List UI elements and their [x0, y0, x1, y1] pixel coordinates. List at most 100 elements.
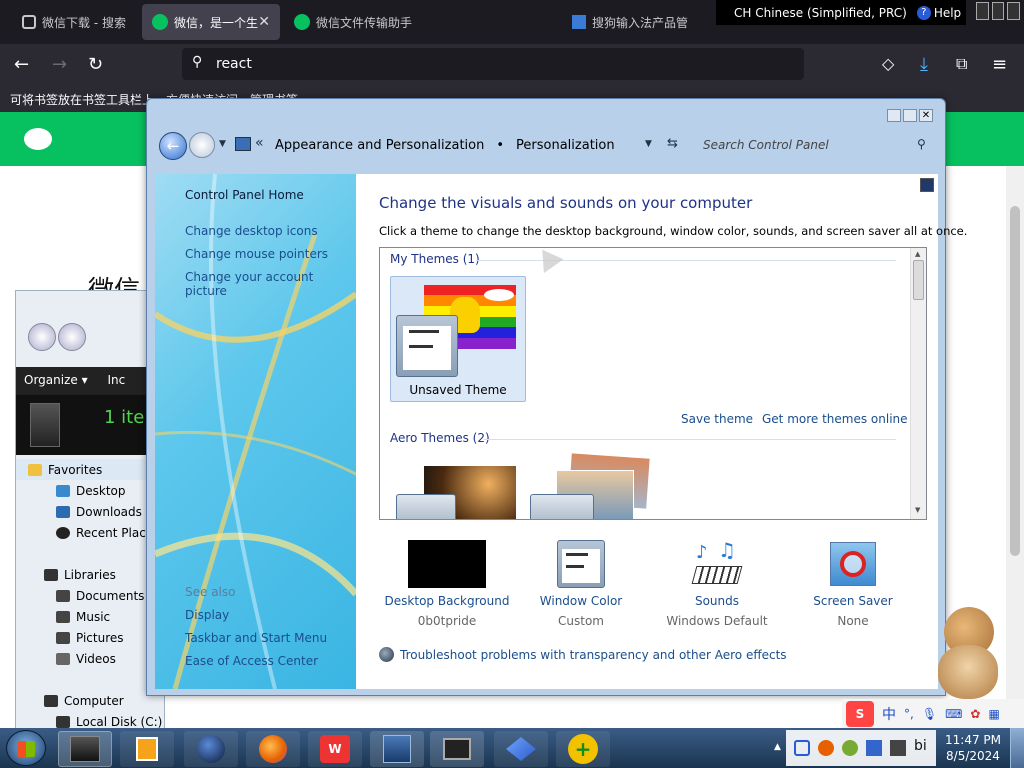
punctuation-icon[interactable]: °,: [904, 707, 914, 721]
troubleshoot-link[interactable]: Troubleshoot problems with transparency …: [379, 647, 787, 662]
control-panel-home-link[interactable]: Control Panel Home: [185, 188, 304, 202]
url-bar[interactable]: ⚲ react: [182, 48, 804, 80]
back-icon[interactable]: [28, 323, 56, 351]
scroll-down-icon[interactable]: ▼: [915, 506, 920, 514]
breadcrumb[interactable]: Appearance and Personalization • Persona…: [245, 132, 675, 158]
menu-icon[interactable]: ≡: [992, 54, 1007, 75]
restore-icon[interactable]: [976, 2, 989, 20]
ease-of-access-link[interactable]: Ease of Access Center: [185, 654, 318, 668]
back-icon[interactable]: ←: [159, 132, 187, 160]
scrollbar-thumb[interactable]: [1010, 206, 1020, 556]
address-dropdown-icon[interactable]: ▼: [645, 139, 652, 149]
help-label[interactable]: Help: [934, 6, 961, 20]
window-color-setting[interactable]: Window Color Custom: [516, 540, 646, 630]
aero-themes-heading: Aero Themes (2): [390, 431, 490, 445]
refresh-icon[interactable]: ⇆: [667, 136, 678, 151]
display-link[interactable]: Display: [185, 608, 229, 622]
breadcrumb-root[interactable]: Appearance and Personalization: [275, 138, 484, 153]
tray-expand-icon[interactable]: ▲: [774, 742, 781, 752]
browser-tab[interactable]: 搜狗输入法产品管: [562, 4, 692, 40]
skin-icon[interactable]: ✿: [970, 707, 980, 721]
search-input[interactable]: Search Control Panel ⚲: [699, 132, 937, 158]
language-bar[interactable]: CH Chinese (Simplified, PRC) ? Help: [716, 0, 966, 25]
setting-value: Custom: [558, 614, 604, 628]
taskbar-firefox[interactable]: [246, 731, 300, 767]
nav-pictures[interactable]: Pictures: [16, 627, 166, 648]
page-scrollbar[interactable]: [1006, 166, 1024, 726]
back-icon[interactable]: ←: [14, 54, 29, 75]
taskbar-wps[interactable]: W: [308, 731, 362, 767]
taskbar-remote[interactable]: [430, 731, 484, 767]
organize-button[interactable]: Organize ▾: [24, 373, 88, 387]
pocket-icon[interactable]: ◇: [882, 54, 894, 73]
close-icon[interactable]: ✕: [919, 109, 933, 122]
taskbar-start-menu-link[interactable]: Taskbar and Start Menu: [185, 631, 327, 645]
browser-tab[interactable]: 微信下载 - 搜索: [12, 4, 150, 40]
nav-label: Music: [76, 609, 111, 624]
reload-icon[interactable]: ↻: [88, 54, 103, 75]
change-account-picture-link[interactable]: Change your account picture: [185, 270, 356, 298]
change-desktop-icons-link[interactable]: Change desktop icons: [185, 224, 318, 238]
sounds-setting[interactable]: ♪ ♫ Sounds Windows Default: [652, 538, 782, 630]
desktop-background-setting[interactable]: Desktop Background 0b0tpride: [366, 540, 509, 630]
taskbar-virtualbox[interactable]: [370, 731, 424, 767]
cloud-icon[interactable]: [794, 740, 810, 756]
breadcrumb-leaf[interactable]: Personalization: [516, 138, 615, 153]
search-icon[interactable]: ⚲: [917, 137, 926, 151]
volume-icon[interactable]: [890, 740, 906, 756]
sogou-logo-icon[interactable]: S: [846, 701, 874, 727]
scrollbar-thumb[interactable]: [913, 260, 924, 300]
gallery-scrollbar[interactable]: ▲ ▼: [910, 248, 926, 519]
tray-app-icon[interactable]: [818, 740, 834, 756]
toolbox-icon[interactable]: ▦: [988, 707, 999, 721]
taskbar-plus-app[interactable]: +: [556, 731, 610, 767]
browser-tab-active[interactable]: 微信，是一个生 ✕: [142, 4, 280, 40]
scroll-up-icon[interactable]: ▲: [915, 250, 920, 258]
nav-documents[interactable]: Documents: [16, 585, 166, 606]
save-theme-link[interactable]: Save theme: [681, 412, 753, 426]
maximize-icon[interactable]: [903, 109, 917, 122]
start-button[interactable]: [6, 730, 46, 766]
close-tab-icon[interactable]: ✕: [258, 14, 270, 30]
maximize-icon[interactable]: [991, 2, 1005, 20]
close-icon[interactable]: [1007, 2, 1021, 20]
forward-icon[interactable]: →: [52, 54, 67, 75]
nav-recent-places[interactable]: Recent Places: [16, 522, 166, 543]
nav-favorites[interactable]: Favorites: [16, 459, 166, 480]
clock[interactable]: 11:47 PM 8/5/2024: [940, 732, 1006, 764]
hamster-mascot-image[interactable]: [930, 605, 1006, 701]
search-icon: ⚲: [192, 54, 203, 70]
change-mouse-pointers-link[interactable]: Change mouse pointers: [185, 247, 328, 261]
minimize-icon[interactable]: [887, 109, 901, 122]
help-icon[interactable]: [920, 178, 934, 192]
extensions-icon[interactable]: ⧉: [956, 54, 967, 74]
taskbar-explorer[interactable]: [58, 731, 112, 767]
screen-saver-setting[interactable]: Screen Saver None: [788, 540, 918, 630]
taskbar-bird-app[interactable]: [494, 731, 548, 767]
browser-tab[interactable]: 微信文件传输助手: [284, 4, 414, 40]
globe-icon: [197, 735, 225, 763]
nav-downloads[interactable]: Downloads: [16, 501, 166, 522]
taskbar-globe[interactable]: [184, 731, 238, 767]
microphone-icon[interactable]: 🎙: [922, 707, 937, 721]
forward-icon[interactable]: [58, 323, 86, 351]
taskbar-media-player[interactable]: [120, 731, 174, 767]
nav-computer[interactable]: Computer: [16, 690, 166, 711]
show-desktop-button[interactable]: [1010, 728, 1024, 768]
clock-time: 11:47 PM: [945, 733, 1001, 747]
ime-mode-label[interactable]: 中: [882, 704, 896, 724]
network-icon[interactable]: [866, 740, 882, 756]
download-icon[interactable]: ⤓: [920, 54, 928, 75]
unsaved-theme-tile[interactable]: Unsaved Theme: [390, 276, 526, 402]
nav-desktop[interactable]: Desktop: [16, 480, 166, 501]
nav-libraries[interactable]: Libraries: [16, 564, 166, 585]
keyboard-icon[interactable]: ⌨: [945, 707, 962, 721]
troubleshoot-label: Troubleshoot problems with transparency …: [400, 647, 787, 662]
forward-icon[interactable]: [189, 132, 215, 158]
get-more-themes-link[interactable]: Get more themes online: [762, 412, 908, 426]
recent-pages-chevron-icon[interactable]: ▼: [219, 139, 226, 149]
nav-music[interactable]: Music: [16, 606, 166, 627]
nav-videos[interactable]: Videos: [16, 648, 166, 669]
include-button[interactable]: Inc: [107, 373, 125, 387]
tray-app-icon[interactable]: [842, 740, 858, 756]
